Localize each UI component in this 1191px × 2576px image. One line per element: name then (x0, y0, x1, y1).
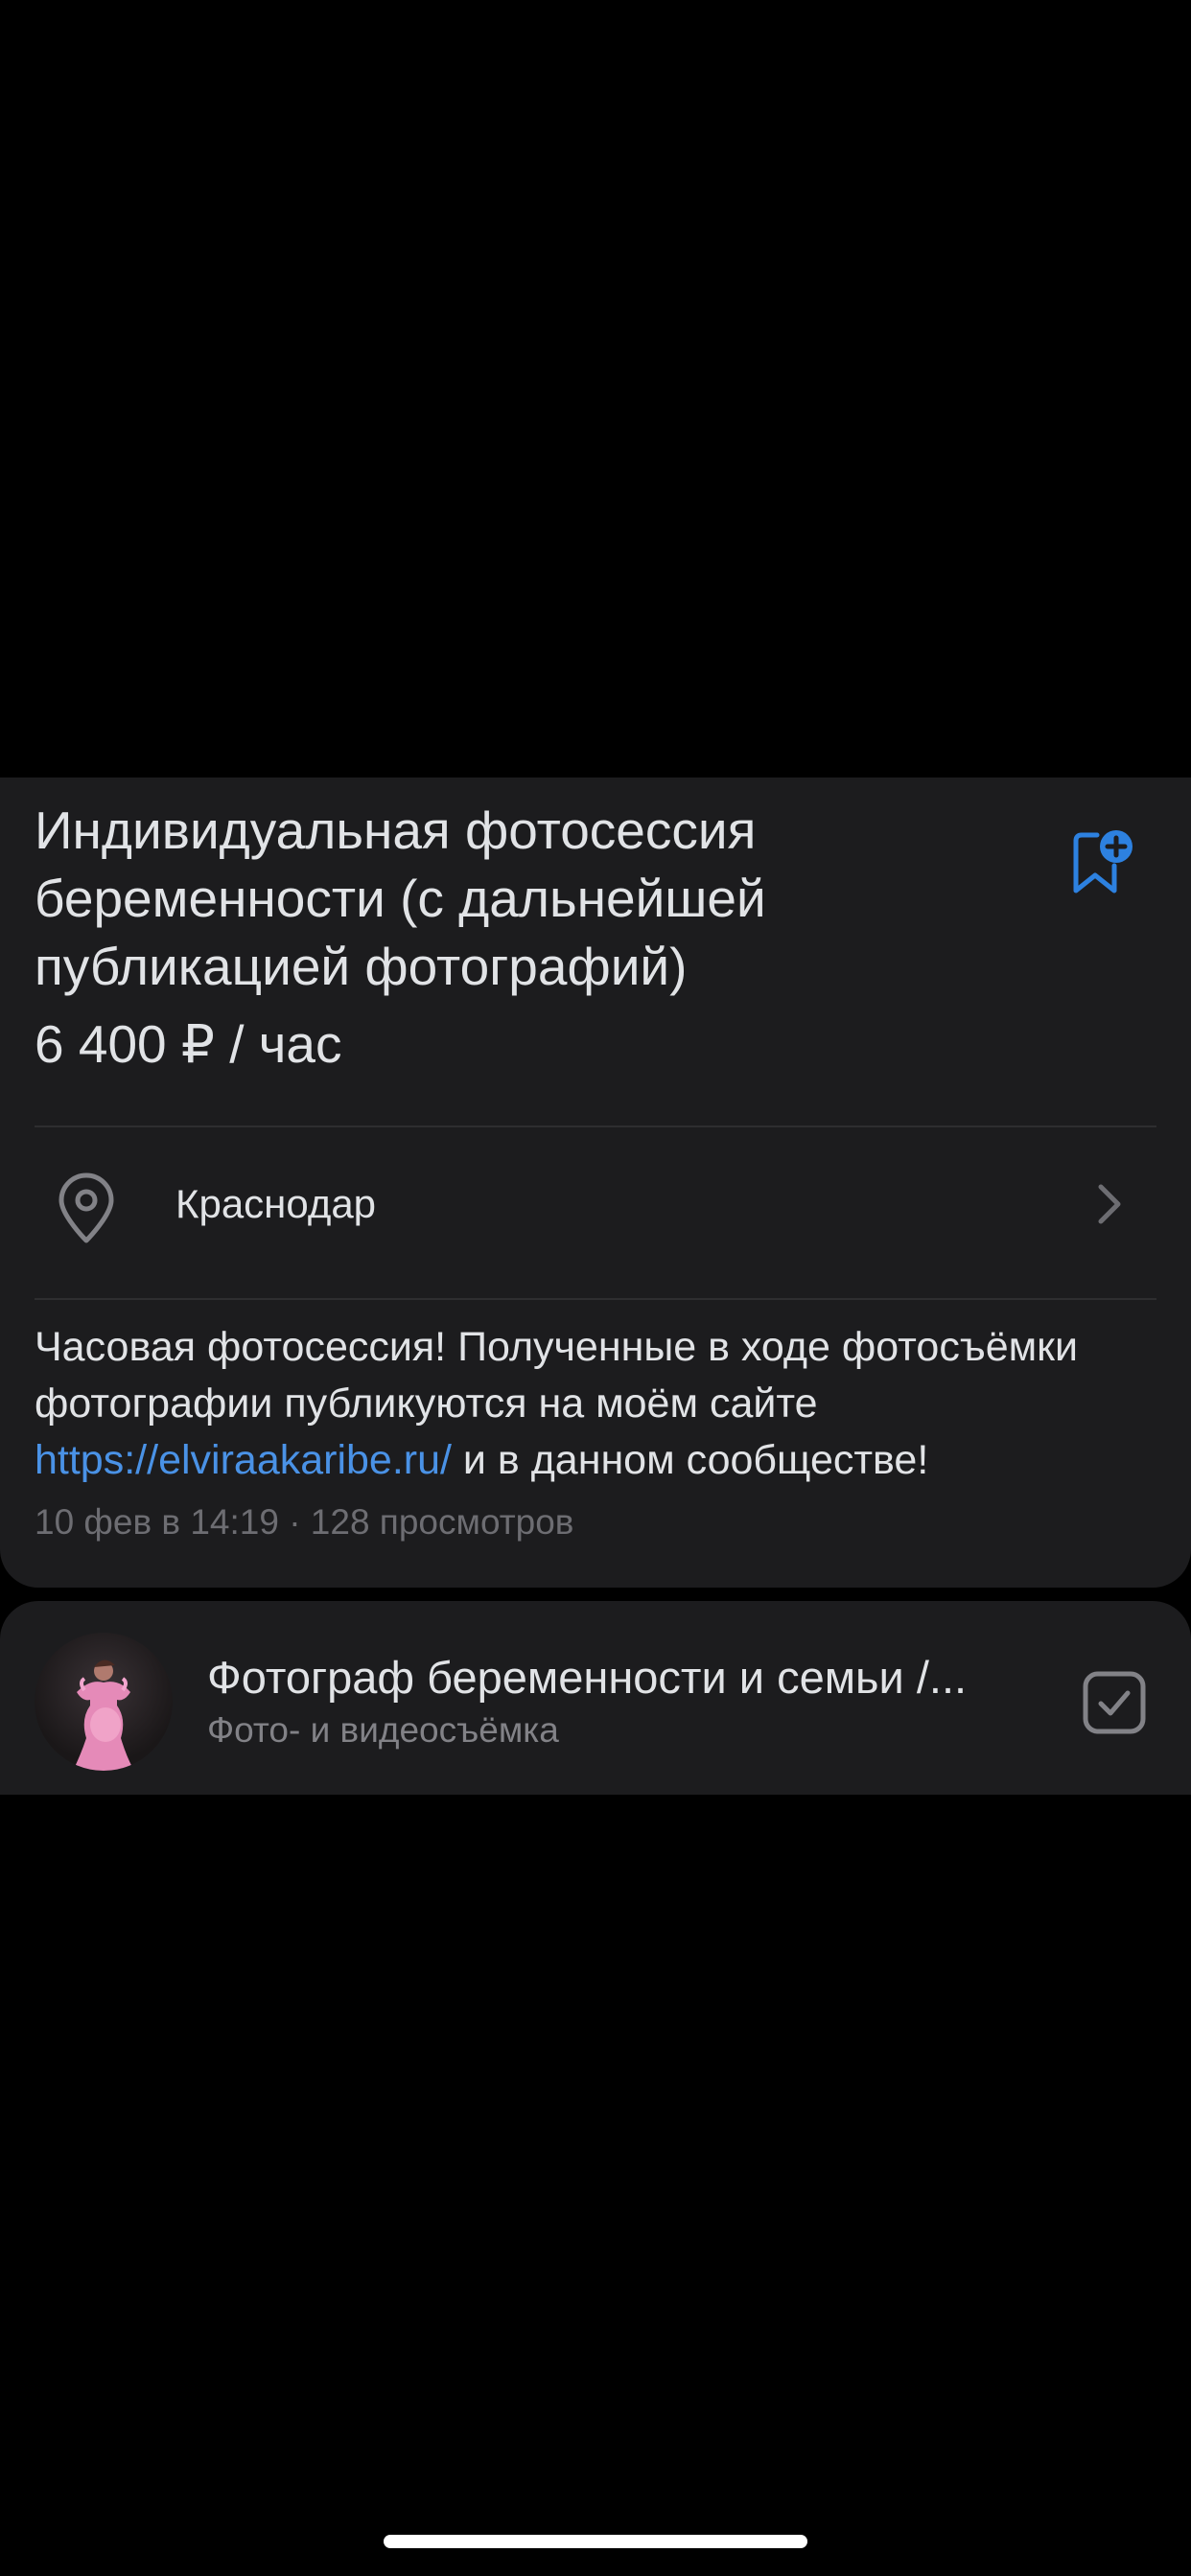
home-indicator (384, 2535, 807, 2548)
listing-meta: 10 фев в 14:19 · 128 просмотров (35, 1502, 574, 1542)
community-avatar (35, 1633, 173, 1771)
checkbox-checked-icon[interactable] (1082, 1670, 1147, 1735)
bookmark-add-button[interactable] (1063, 825, 1139, 902)
empty-area (0, 0, 1191, 777)
listing-price: 6 400 ₽ / час (35, 1014, 342, 1074)
listing-title: Индивидуальная фотосессия беременности (… (35, 801, 766, 996)
location-label: Краснодар (175, 1181, 377, 1226)
community-name: Фотограф беременности и семьи /... (207, 1652, 968, 1703)
location-row[interactable]: Краснодар (0, 1127, 1191, 1283)
website-link[interactable]: https://elviraakaribe.ru/ (35, 1437, 452, 1483)
chevron-right-icon (1098, 1184, 1121, 1224)
listing-description: Часовая фотосессия! Полученные в ходе фо… (35, 1319, 1166, 1489)
listing-card: Индивидуальная фотосессия беременности (… (0, 777, 1191, 1588)
avatar-image (73, 1659, 134, 1771)
description-text: Часовая фотосессия! Полученные в ходе фо… (35, 1324, 1078, 1427)
divider (35, 1298, 1156, 1300)
listing-header: Индивидуальная фотосессия беременности (… (35, 797, 993, 1079)
community-card[interactable]: Фотограф беременности и семьи /... Фото-… (0, 1601, 1191, 1795)
bookmark-add-icon (1073, 830, 1133, 893)
description-tail: и в данном сообществе! (451, 1437, 929, 1483)
location-pin-icon (58, 1172, 114, 1243)
community-category: Фото- и видеосъёмка (207, 1710, 559, 1750)
